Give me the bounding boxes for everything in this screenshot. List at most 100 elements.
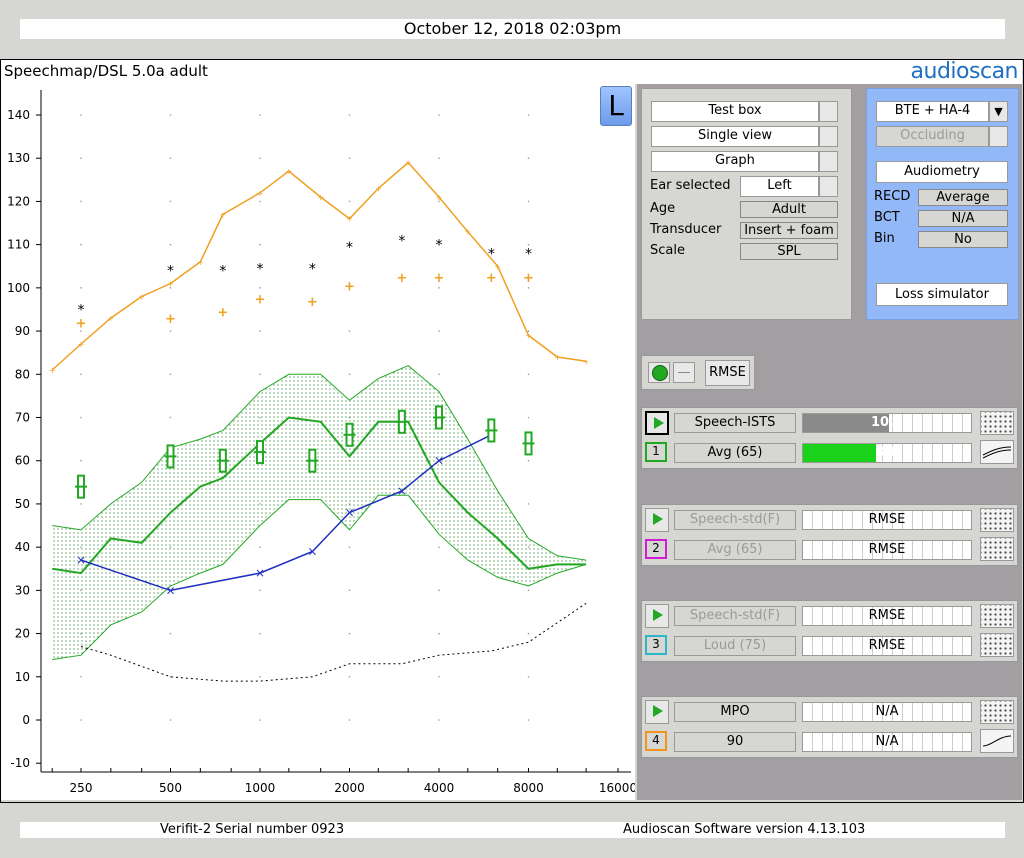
grid-dot	[527, 589, 530, 592]
wave-icon	[982, 735, 1012, 747]
x-tick-label: 1000	[245, 781, 276, 795]
curve-style-button-b-3[interactable]	[980, 633, 1014, 657]
grid-dot	[348, 546, 351, 548]
mpo-target-marker: +	[165, 312, 176, 327]
rmse-meter-1: 10.2	[802, 413, 972, 433]
curve-style-button-b-2[interactable]	[980, 537, 1014, 561]
mode-select[interactable]: Test box	[651, 101, 819, 122]
display-select[interactable]: Graph	[651, 151, 819, 172]
style-select[interactable]: BTE + HA-4	[876, 101, 989, 122]
signal-select-2[interactable]: Speech-std(F)	[674, 510, 796, 530]
grid-dot	[80, 114, 82, 116]
grid-dot	[527, 287, 530, 289]
threshold-point: ×	[255, 566, 265, 580]
display-dropdown-button[interactable]	[819, 151, 838, 172]
signal-select-3[interactable]: Speech-std(F)	[674, 606, 796, 626]
rmse-value-b-4: N/A	[875, 734, 899, 749]
serial-number: Verifit-2 Serial number 0923	[160, 822, 345, 837]
grid-dot	[438, 546, 440, 548]
rmse-value-3: RMSE	[868, 608, 906, 623]
test-number-4[interactable]: 4	[645, 731, 667, 751]
level-select-1[interactable]: Avg (65)	[674, 443, 796, 463]
play-button-2[interactable]	[645, 508, 669, 532]
mode-dropdown-button[interactable]	[819, 101, 838, 122]
recd-value[interactable]: Average	[918, 189, 1008, 206]
curve-style-button-4[interactable]	[980, 700, 1014, 724]
bct-value[interactable]: N/A	[918, 210, 1008, 227]
style-dropdown-button[interactable]: ▼	[989, 101, 1008, 122]
grid-dot	[438, 373, 440, 376]
test-number-3[interactable]: 3	[645, 635, 667, 655]
venting-select[interactable]: Occluding	[876, 126, 989, 147]
ucl-marker: *	[309, 261, 316, 277]
grid-dot	[259, 114, 261, 116]
y-tick-label: 50	[15, 497, 30, 511]
grid-dot	[438, 632, 440, 635]
grid-dot	[259, 200, 261, 203]
rmse-button[interactable]: RMSE	[705, 360, 750, 386]
ear-select[interactable]: Left	[740, 176, 819, 197]
curve-style-button-1[interactable]	[980, 411, 1014, 435]
level-select-2[interactable]: Avg (65)	[674, 540, 796, 560]
test-number-1[interactable]: 1	[645, 442, 667, 462]
ear-badge[interactable]: L	[600, 86, 632, 126]
grid-dot	[348, 589, 351, 592]
scale-value[interactable]: SPL	[740, 243, 838, 260]
curve-style-button-b-1[interactable]	[980, 440, 1014, 464]
y-tick-label: 30	[15, 583, 30, 597]
loss-simulator-button[interactable]: Loss simulator	[876, 283, 1008, 306]
play-button-1[interactable]	[645, 411, 669, 435]
minus-button[interactable]	[673, 362, 695, 383]
y-tick-label: 40	[15, 540, 30, 554]
signal-select-1[interactable]: Speech-ISTS	[674, 413, 796, 433]
audiometry-button[interactable]: Audiometry	[876, 161, 1008, 183]
grid-dot	[80, 243, 82, 246]
level-select-3[interactable]: Loud (75)	[674, 636, 796, 656]
grid-dot	[169, 243, 172, 246]
grid-dot	[80, 373, 82, 376]
mpo-target-marker: +	[255, 293, 266, 308]
grid-dot	[527, 632, 530, 635]
signal-select-4[interactable]: MPO	[674, 702, 796, 722]
curve-style-button-b-4[interactable]	[980, 729, 1014, 753]
threshold-point: ×	[76, 553, 86, 567]
curve-style-button-3[interactable]	[980, 604, 1014, 628]
grid-dot	[438, 157, 440, 160]
play-button-3[interactable]	[645, 604, 669, 628]
transducer-value[interactable]: Insert + foam	[740, 222, 838, 239]
y-tick-label: 70	[15, 411, 30, 425]
chevron-down-icon: ▼	[994, 105, 1003, 118]
grid-dot	[169, 632, 172, 635]
grid-dot	[438, 675, 440, 678]
test-number-2[interactable]: 2	[645, 539, 667, 559]
ucl-marker: *	[167, 264, 174, 280]
grid-dot	[527, 157, 530, 160]
view-select[interactable]: Single view	[651, 126, 819, 147]
logo-text-2: scan	[969, 59, 1018, 84]
mpo-point: +	[107, 314, 114, 323]
venting-dropdown-button[interactable]	[989, 126, 1008, 147]
rmse-value-4: N/A	[875, 704, 899, 719]
view-dropdown-button[interactable]	[819, 126, 838, 147]
y-tick-label: 60	[15, 454, 30, 468]
grid-dot	[259, 719, 261, 721]
age-value[interactable]: Adult	[740, 201, 838, 218]
bin-value[interactable]: No	[918, 231, 1008, 248]
y-tick-label: 20	[15, 627, 30, 641]
ear-dropdown-button[interactable]	[819, 176, 838, 197]
list-toggle-button[interactable]	[648, 362, 670, 383]
chart-svg: 1401301201101009080706050403020100-10250…	[7, 90, 635, 795]
play-button-4[interactable]	[645, 700, 669, 724]
grid-dot	[259, 589, 261, 592]
y-tick-label: 130	[7, 151, 30, 165]
grid-dot	[348, 114, 351, 116]
mpo-point: +	[554, 353, 561, 362]
rmse-meter-b-1: 8.6	[802, 443, 972, 463]
grid-dot	[259, 330, 261, 332]
y-tick-label: 90	[15, 324, 30, 338]
recd-label: RECD	[874, 189, 911, 204]
level-select-4[interactable]: 90	[674, 732, 796, 752]
mpo-point: +	[375, 184, 382, 193]
curve-style-button-2[interactable]	[980, 508, 1014, 532]
rmse-meter-b-4: N/A	[802, 732, 972, 752]
